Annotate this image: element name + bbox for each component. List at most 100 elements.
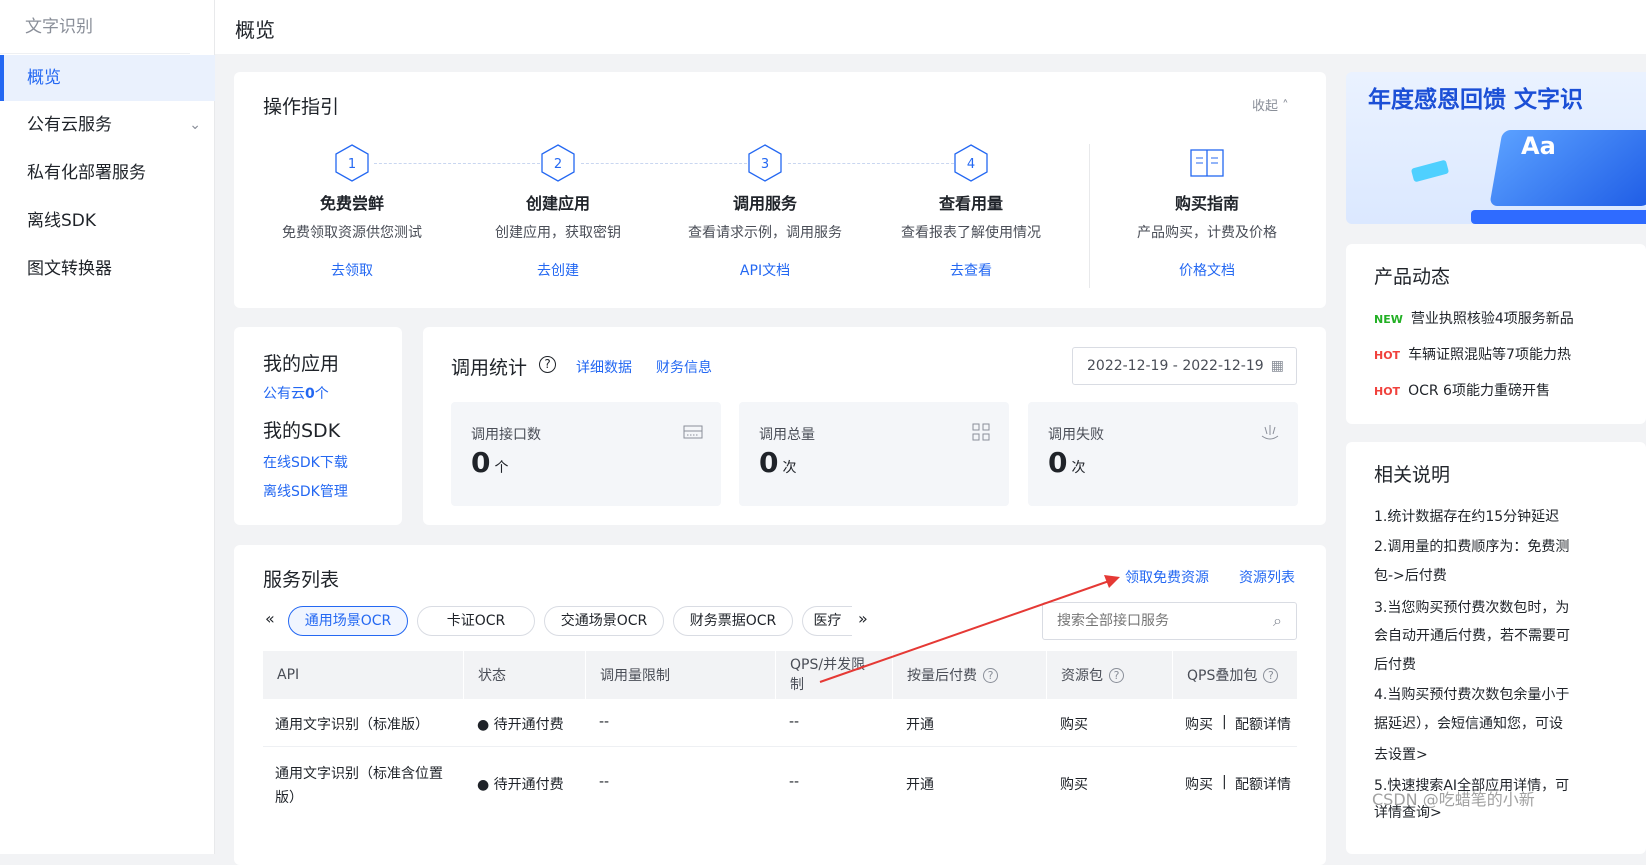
note-line: 会自动开通后付费，若不需要可: [1374, 628, 1570, 644]
col-package: 资源包?: [1047, 651, 1173, 699]
help-icon[interactable]: ?: [983, 667, 998, 683]
step-link-claim[interactable]: 去领取: [257, 260, 447, 280]
step-link-create[interactable]: 去创建: [463, 260, 653, 280]
sidebar-item-private-deploy[interactable]: 私有化部署服务: [0, 150, 215, 196]
collapse-button[interactable]: 收起 ˄: [1252, 95, 1289, 114]
quota-detail-link[interactable]: 配额详情: [1235, 774, 1291, 794]
enable-postpaid-link[interactable]: 开通: [906, 774, 934, 794]
col-limit: 调用量限制: [586, 651, 776, 699]
banner-card: [1410, 159, 1450, 183]
sidebar-title: 文字识别: [25, 17, 93, 37]
date-range-picker[interactable]: 2022-12-19 - 2022-12-19 ▦: [1072, 347, 1297, 385]
claim-free-resource-link[interactable]: 领取免费资源: [1125, 567, 1209, 587]
news-item[interactable]: HOT OCR 6项能力重磅开售: [1374, 380, 1550, 400]
step-link-view[interactable]: 去查看: [876, 260, 1066, 280]
col-qps: QPS/并发限制: [776, 651, 893, 699]
step-name: 创建应用: [525, 194, 590, 213]
news-title: 产品动态: [1374, 266, 1451, 288]
price-doc-link[interactable]: 价格文档: [1112, 260, 1302, 280]
sidebar-item-public-cloud[interactable]: 公有云服务 ⌄: [0, 102, 215, 148]
guide-title: 操作指引: [263, 96, 340, 118]
sidebar: 文字识别 概览 公有云服务 ⌄ 私有化部署服务 离线SDK 图文转换器: [0, 0, 215, 854]
watermark: CSDN @吃蜡笔的小新: [1372, 790, 1535, 809]
date-range-value: 2022-12-19 - 2022-12-19: [1087, 358, 1264, 374]
note-line: 据延迟），会短信通知您，可设: [1374, 716, 1563, 732]
stat-value: 0个: [471, 446, 509, 479]
note-line: 4.当购买预付费次数包余量小于: [1374, 687, 1570, 703]
promo-banner[interactable]: 年度感恩回馈 文字识 Aa: [1346, 72, 1646, 224]
buy-package-link[interactable]: 购买: [1060, 774, 1088, 794]
news-item[interactable]: HOT 车辆证照混贴等7项能力热: [1374, 344, 1571, 364]
banner-badge: Aa: [1521, 132, 1556, 160]
banner-text: 年度感恩回馈 文字识: [1368, 87, 1584, 113]
call-stats-card: 调用统计 ? 详细数据 财务信息 2022-12-19 - 2022-12-19…: [423, 327, 1326, 525]
sidebar-item-converter[interactable]: 图文转换器: [0, 246, 215, 292]
stats-title: 调用统计: [451, 357, 528, 379]
news-item[interactable]: NEW 营业执照核验4项服务新品: [1374, 308, 1574, 328]
book-icon: [1190, 144, 1224, 182]
my-apps-title: 我的应用: [263, 353, 340, 375]
guide-step-3: 3 调用服务 查看请求示例，调用服务 API文档: [670, 144, 860, 280]
svg-text:2: 2: [554, 157, 562, 172]
svg-text:1: 1: [348, 157, 356, 172]
buy-qps-link[interactable]: 购买: [1185, 774, 1213, 794]
quota-detail-link[interactable]: 配额详情: [1235, 714, 1291, 734]
stat-label: 调用接口数: [471, 427, 541, 443]
help-icon[interactable]: ?: [539, 356, 556, 373]
help-icon[interactable]: ?: [1109, 667, 1124, 683]
finance-info-link[interactable]: 财务信息: [656, 357, 712, 377]
resource-list-link[interactable]: 资源列表: [1239, 567, 1295, 587]
fail-icon: [1260, 422, 1280, 442]
tab-medical-ocr[interactable]: 医疗: [802, 606, 852, 636]
hexagon-icon: 3: [748, 144, 782, 182]
note-line: 3.当您购买预付费次数包时，为: [1374, 600, 1570, 616]
calendar-icon: ▦: [1270, 358, 1284, 374]
step-link-api-doc[interactable]: API文档: [670, 260, 860, 280]
tabs-prev-icon[interactable]: «: [265, 609, 275, 628]
row-limit: --: [599, 714, 610, 730]
buy-package-link[interactable]: 购买: [1060, 714, 1088, 734]
step-name: 查看用量: [938, 194, 1003, 213]
stat-value: 0次: [1048, 446, 1086, 479]
go-settings-link[interactable]: 去设置>: [1374, 744, 1428, 764]
tabs-next-icon[interactable]: »: [858, 609, 868, 628]
search-input[interactable]: [1043, 603, 1263, 639]
sidebar-item-offline-sdk[interactable]: 离线SDK: [0, 198, 215, 244]
help-icon[interactable]: ?: [1263, 667, 1279, 683]
row-status: ● 待开通付费: [477, 717, 564, 733]
online-sdk-link[interactable]: 在线SDK下载: [263, 452, 348, 472]
notes-title: 相关说明: [1374, 464, 1451, 486]
sidebar-item-overview[interactable]: 概览: [0, 55, 215, 101]
search-icon[interactable]: ⌕: [1273, 611, 1282, 631]
guide-step-4: 4 查看用量 查看报表了解使用情况 去查看: [876, 144, 1066, 280]
new-badge: NEW: [1374, 313, 1403, 326]
sidebar-item-label: 公有云服务: [27, 115, 112, 135]
hexagon-icon: 1: [335, 144, 369, 182]
buy-qps-link[interactable]: 购买: [1185, 714, 1213, 734]
collapse-label: 收起: [1252, 99, 1279, 114]
hot-badge: HOT: [1374, 385, 1401, 398]
hot-badge: HOT: [1374, 349, 1401, 362]
tab-finance-ocr[interactable]: 财务票据OCR: [673, 606, 793, 636]
stat-failed-calls: 调用失败 0次: [1028, 402, 1298, 506]
offline-sdk-link[interactable]: 离线SDK管理: [263, 481, 348, 501]
detail-data-link[interactable]: 详细数据: [576, 357, 632, 377]
row-qps: --: [789, 714, 800, 730]
banner-platform: [1471, 210, 1646, 224]
service-list-title: 服务列表: [263, 569, 340, 591]
buy-name: 购买指南: [1174, 194, 1239, 213]
tab-general-ocr[interactable]: 通用场景OCR: [288, 606, 408, 636]
row-qps: --: [789, 774, 800, 790]
public-cloud-apps-link[interactable]: 公有云0个: [263, 383, 329, 403]
enable-postpaid-link[interactable]: 开通: [906, 714, 934, 734]
stat-label: 调用失败: [1048, 427, 1104, 443]
top-bar: 概览: [215, 0, 1646, 54]
guide-card: 操作指引 收起 ˄ 1 免费尝鲜 免费领取资源供您测试 去领取 2 创建应用 创…: [234, 72, 1326, 308]
stat-total-calls: 调用总量 0次: [739, 402, 1009, 506]
tab-traffic-ocr[interactable]: 交通场景OCR: [544, 606, 664, 636]
stat-api-count: 调用接口数 0个: [451, 402, 721, 506]
row-api: 通用文字识别（标准版）: [275, 717, 429, 733]
col-postpaid: 按量后付费?: [893, 651, 1047, 699]
my-sdk-title: 我的SDK: [263, 420, 341, 442]
tab-card-ocr[interactable]: 卡证OCR: [417, 606, 535, 636]
